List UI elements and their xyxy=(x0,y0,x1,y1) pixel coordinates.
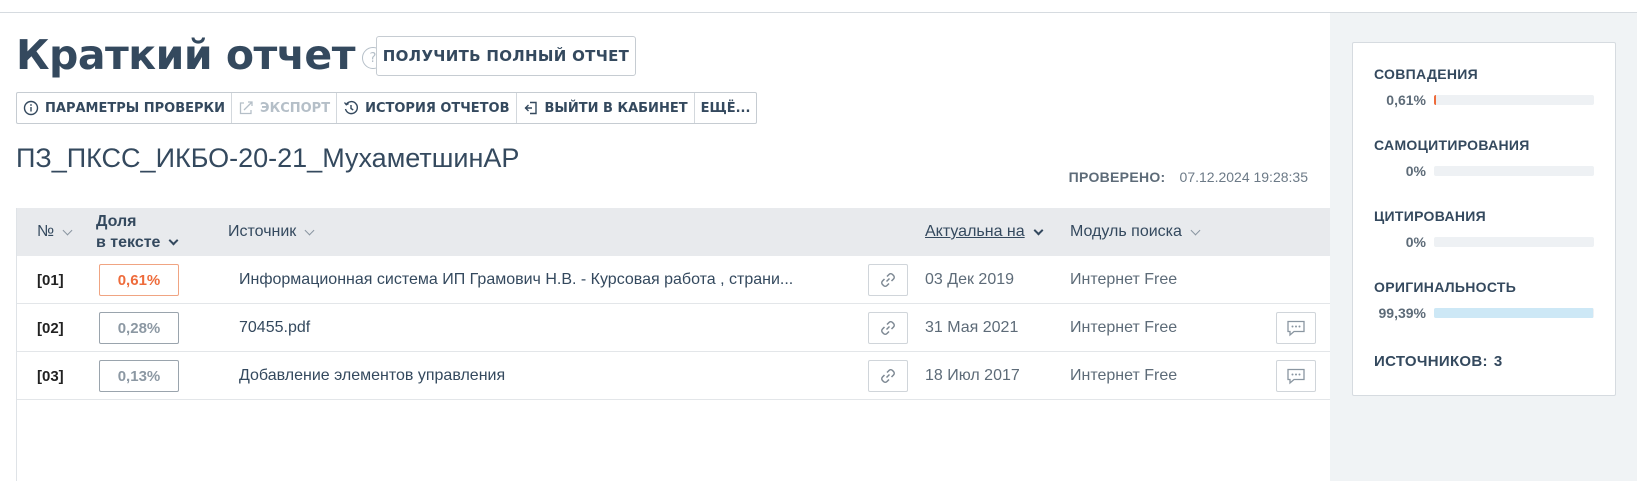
column-actual[interactable]: Актуальна на xyxy=(925,223,1044,241)
sources-label: ИСТОЧНИКОВ: xyxy=(1374,353,1488,370)
export-button[interactable]: ЭКСПОРТ xyxy=(232,93,338,123)
row-date: 18 Июл 2017 xyxy=(925,367,1020,384)
row-date: 03 Дек 2019 xyxy=(925,271,1015,288)
row-source[interactable]: Информационная система ИП Грамович Н.В. … xyxy=(239,256,793,304)
column-source[interactable]: Источник xyxy=(228,223,315,241)
sources-count: ИСТОЧНИКОВ: 3 xyxy=(1374,353,1502,370)
column-share-label-1: Доля xyxy=(96,213,137,230)
row-share[interactable]: 0,13% xyxy=(99,360,179,392)
report-history-label: ИСТОРИЯ ОТЧЕТОВ xyxy=(365,100,510,116)
sources-table: № Доля в тексте Источник Актуальна на Мо… xyxy=(16,208,1330,481)
checked-date: 07.12.2024 19:28:35 xyxy=(1179,169,1308,185)
row-number: [02] xyxy=(37,319,64,337)
comment-icon xyxy=(1287,320,1305,337)
top-border xyxy=(0,0,1637,13)
link-icon xyxy=(881,369,895,383)
comment-button[interactable] xyxy=(1276,360,1316,392)
exit-icon xyxy=(523,100,539,116)
table-row[interactable]: [01] 0,61% Информационная система ИП Гра… xyxy=(17,256,1330,304)
chevron-down-icon xyxy=(1190,225,1201,235)
stat-originality-row: 99,39% xyxy=(1374,305,1604,321)
exit-cabinet-button[interactable]: ВЫЙТИ В КАБИНЕТ xyxy=(517,93,695,123)
stat-selfcite-bar xyxy=(1434,166,1594,176)
chevron-down-icon xyxy=(1033,225,1044,235)
stat-selfcite-row: 0% xyxy=(1374,163,1604,179)
export-label: ЭКСПОРТ xyxy=(260,100,331,116)
full-report-button[interactable]: ПОЛУЧИТЬ ПОЛНЫЙ ОТЧЕТ xyxy=(376,36,636,76)
column-number-label: № xyxy=(37,223,55,240)
comment-button[interactable] xyxy=(1276,312,1316,344)
stat-selfcite: САМОЦИТИРОВАНИЯ 0% xyxy=(1374,137,1604,179)
row-module: Интернет Free xyxy=(1070,271,1178,288)
more-button[interactable]: ЕЩЁ... xyxy=(695,93,757,123)
row-share[interactable]: 0,28% xyxy=(99,312,179,344)
chevron-down-icon xyxy=(169,235,179,246)
table-row[interactable]: [03] 0,13% Добавление элементов управлен… xyxy=(17,352,1330,400)
stat-citation-label: ЦИТИРОВАНИЯ xyxy=(1374,208,1487,224)
stat-originality-bar-fill xyxy=(1434,308,1594,318)
source-link-button[interactable] xyxy=(868,312,908,344)
column-share[interactable]: Доля в тексте xyxy=(96,211,179,253)
column-number[interactable]: № xyxy=(37,223,73,241)
exit-cabinet-label: ВЫЙТИ В КАБИНЕТ xyxy=(544,100,688,116)
column-source-label: Источник xyxy=(228,223,297,240)
link-icon xyxy=(881,321,895,335)
check-params-label: ПАРАМЕТРЫ ПРОВЕРКИ xyxy=(45,100,226,116)
row-number: [03] xyxy=(37,367,64,385)
column-share-label-2: в тексте xyxy=(96,234,161,251)
title-row: Краткий отчет ? xyxy=(16,27,384,83)
report-main: Краткий отчет ? ПОЛУЧИТЬ ПОЛНЫЙ ОТЧЕТ ПА… xyxy=(0,13,1330,481)
stat-citation-bar xyxy=(1434,237,1594,247)
sources-number: 3 xyxy=(1493,353,1503,370)
row-source[interactable]: Добавление элементов управления xyxy=(239,352,505,400)
stat-selfcite-value: 0% xyxy=(1405,163,1426,179)
row-date: 31 Мая 2021 xyxy=(925,319,1019,336)
stat-matches-bar-fill xyxy=(1434,95,1436,105)
toolbar: ПАРАМЕТРЫ ПРОВЕРКИ ЭКСПОРТ ИСТОРИЯ ОТЧЕТ… xyxy=(16,92,758,124)
chevron-down-icon xyxy=(304,225,315,235)
export-icon xyxy=(238,100,254,116)
stat-citation: ЦИТИРОВАНИЯ 0% xyxy=(1374,208,1604,250)
stat-originality: ОРИГИНАЛЬНОСТЬ 99,39% xyxy=(1374,279,1604,321)
table-row[interactable]: [02] 0,28% 70455.pdf 31 Мая 2021 Интерне… xyxy=(17,304,1330,352)
stat-citation-value: 0% xyxy=(1405,234,1426,250)
document-title: ПЗ_ПКСС_ИКБО-20-21_МухаметшинАР xyxy=(16,143,520,173)
page-title: Краткий отчет xyxy=(16,31,356,79)
stat-originality-value: 99,39% xyxy=(1378,305,1426,321)
chevron-down-icon xyxy=(62,225,73,235)
stat-selfcite-label: САМОЦИТИРОВАНИЯ xyxy=(1374,137,1530,153)
row-number: [01] xyxy=(37,271,64,289)
stat-matches-value: 0,61% xyxy=(1386,92,1426,108)
report-history-button[interactable]: ИСТОРИЯ ОТЧЕТОВ xyxy=(337,93,517,123)
source-link-button[interactable] xyxy=(868,360,908,392)
column-share-line2: в тексте xyxy=(96,232,179,253)
stat-originality-label: ОРИГИНАЛЬНОСТЬ xyxy=(1374,279,1517,295)
checked-label: ПРОВЕРЕНО: xyxy=(1068,169,1166,185)
info-icon xyxy=(23,100,39,116)
stat-matches-row: 0,61% xyxy=(1374,92,1604,108)
stat-matches: СОВПАДЕНИЯ 0,61% xyxy=(1374,66,1604,108)
link-icon xyxy=(881,273,895,287)
stats-card: СОВПАДЕНИЯ 0,61% САМОЦИТИРОВАНИЯ 0% ЦИТИ… xyxy=(1352,42,1616,396)
column-module-label: Модуль поиска xyxy=(1070,223,1182,240)
history-icon xyxy=(343,100,359,116)
table-header: № Доля в тексте Источник Актуальна на Мо… xyxy=(17,208,1330,256)
row-module: Интернет Free xyxy=(1070,367,1178,384)
stat-matches-label: СОВПАДЕНИЯ xyxy=(1374,66,1479,82)
row-share[interactable]: 0,61% xyxy=(99,264,179,296)
comment-icon xyxy=(1287,368,1305,385)
source-link-button[interactable] xyxy=(868,264,908,296)
stat-citation-row: 0% xyxy=(1374,234,1604,250)
check-params-button[interactable]: ПАРАМЕТРЫ ПРОВЕРКИ xyxy=(17,93,233,123)
column-module[interactable]: Модуль поиска xyxy=(1070,223,1201,241)
row-module: Интернет Free xyxy=(1070,319,1178,336)
stat-matches-bar xyxy=(1434,95,1594,105)
checked-info: ПРОВЕРЕНО: 07.12.2024 19:28:35 xyxy=(1069,169,1308,185)
column-actual-label: Актуальна на xyxy=(925,223,1025,240)
row-source[interactable]: 70455.pdf xyxy=(239,304,310,352)
stat-originality-bar xyxy=(1434,308,1594,318)
